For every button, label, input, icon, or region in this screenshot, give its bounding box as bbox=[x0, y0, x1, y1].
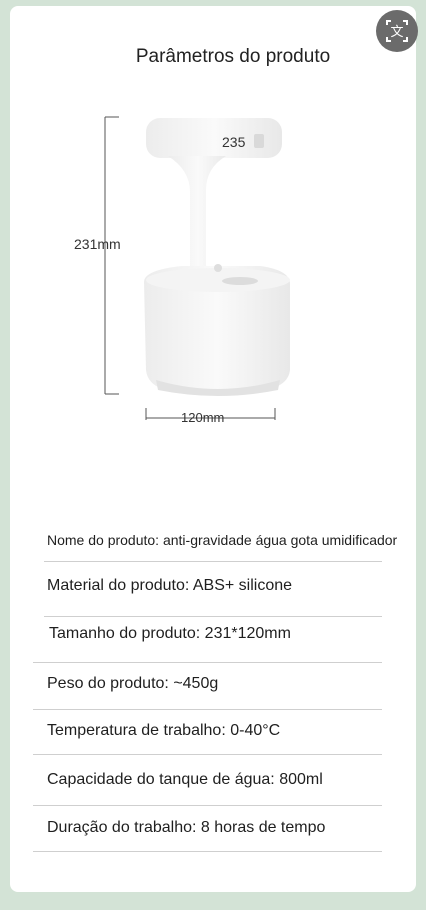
height-label: 231mm bbox=[74, 236, 121, 252]
product-image bbox=[104, 116, 290, 420]
display-readout: 235 bbox=[222, 134, 246, 150]
divider bbox=[33, 805, 382, 806]
spec-working-duration: Duração do trabalho: 8 horas de tempo bbox=[47, 819, 326, 836]
spec-material: Material do produto: ABS+ silicone bbox=[47, 577, 293, 594]
divider bbox=[33, 754, 382, 755]
svg-text:文: 文 bbox=[390, 25, 403, 40]
spec-weight: Peso do produto: ~450g bbox=[47, 675, 219, 692]
spec-size: Tamanho do produto: 231*120mm bbox=[49, 625, 291, 642]
page-title: Parâmetros do produto bbox=[135, 46, 331, 67]
divider bbox=[44, 616, 382, 617]
width-label: 120mm bbox=[181, 410, 225, 425]
spec-product-name: Nome do produto: anti-gravidade água got… bbox=[47, 532, 398, 548]
divider bbox=[44, 561, 382, 562]
spec-tank-capacity: Capacidade do tanque de água: 800ml bbox=[47, 771, 323, 788]
divider bbox=[33, 709, 382, 710]
translate-icon: 文 bbox=[386, 20, 408, 42]
divider bbox=[33, 662, 382, 663]
spec-temperature: Temperatura de trabalho: 0-40°C bbox=[47, 722, 281, 739]
divider bbox=[33, 851, 382, 852]
